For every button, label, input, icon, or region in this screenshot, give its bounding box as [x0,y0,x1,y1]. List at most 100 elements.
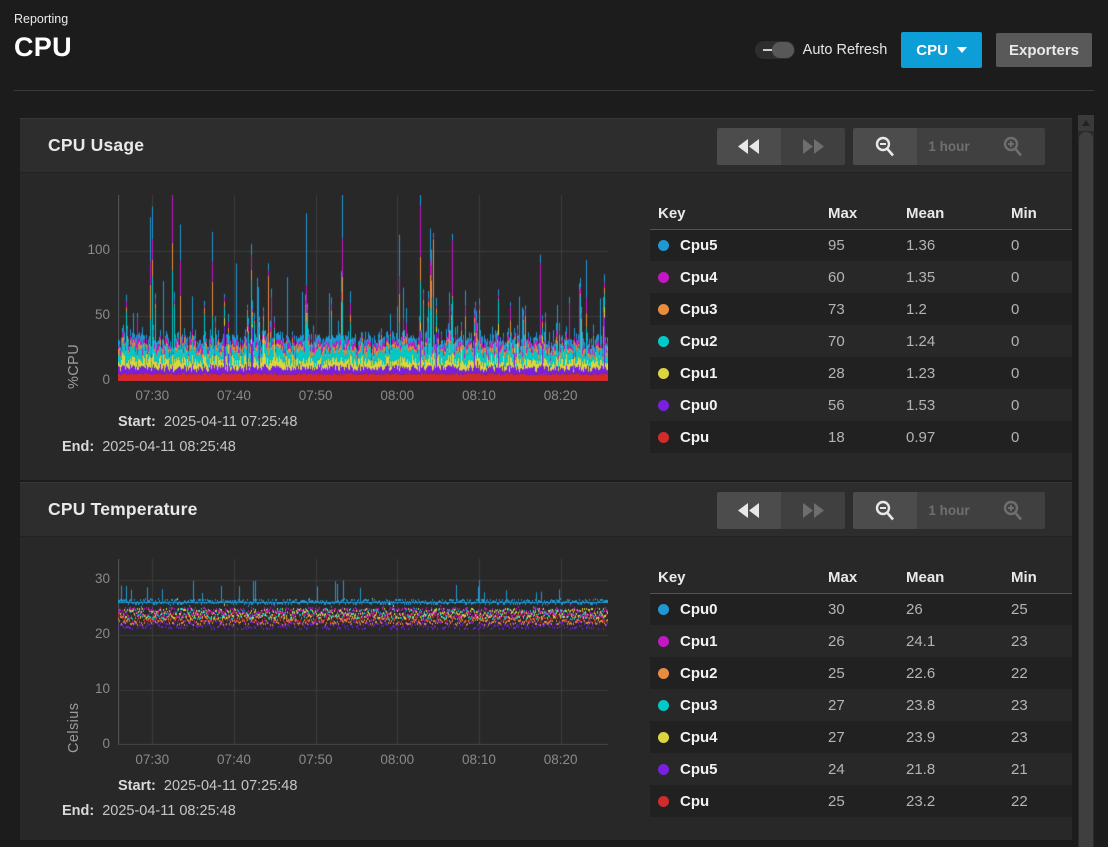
series-name: Cpu4 [680,269,718,286]
start-value: 2025-04-11 07:25:48 [164,414,298,430]
zoom-out-button[interactable] [853,128,917,165]
legend-key-cell: Cpu3 [658,301,820,318]
legend-header-row: Key Max Mean Min [650,563,1072,593]
series-name: Cpu1 [680,633,718,650]
series-name: Cpu [680,793,709,810]
series-color-dot [658,796,669,807]
legend-header-row: Key Max Mean Min [650,199,1072,229]
series-min: 0 [1003,357,1072,389]
forward-button[interactable] [781,128,845,165]
chevron-down-icon [957,47,967,53]
legend-row: Cpu2523.222 [650,785,1072,817]
timerange-end: End:2025-04-11 08:25:48 [62,439,236,455]
series-mean: 1.35 [898,261,1003,293]
series-mean: 1.36 [898,229,1003,261]
cpu-temperature-panel-controls: 1 hour [717,492,1045,529]
forward-button[interactable] [781,492,845,529]
auto-refresh-control: Auto Refresh [755,41,888,59]
zoom-in-button[interactable] [981,128,1045,165]
series-min: 0 [1003,325,1072,357]
x-tick-label: 07:30 [122,388,182,403]
rewind-icon [737,503,761,518]
series-name: Cpu5 [680,761,718,778]
zoom-out-button[interactable] [853,492,917,529]
legend-header-max: Max [820,199,898,229]
content-area: CPU Usage [20,118,1072,842]
x-tick-label: 08:20 [531,388,591,403]
start-value: 2025-04-11 07:25:48 [164,778,298,794]
legend: Key Max Mean Min Cpu0302625Cpu12624.123C… [650,563,1072,817]
cpu-usage-panel-controls: 1 hour [717,128,1045,165]
series-mean: 1.24 [898,325,1003,357]
series-max: 25 [820,657,898,689]
start-label: Start: [118,414,156,430]
rewind-icon [737,139,761,154]
legend-key-cell: Cpu5 [658,761,820,778]
scroll-up-button[interactable] [1078,115,1094,131]
zoom-in-icon [1002,500,1024,522]
legend-key-cell: Cpu2 [658,665,820,682]
header-divider [14,90,1094,91]
y-tick-label: 30 [70,571,110,586]
rewind-button[interactable] [717,492,781,529]
legend-row: Cpu0302625 [650,593,1072,625]
legend-header-key: Key [650,199,820,229]
series-color-dot [658,700,669,711]
interval-label: 1 hour [917,128,981,165]
series-min: 25 [1003,593,1072,625]
rewind-button[interactable] [717,128,781,165]
series-color-dot [658,636,669,647]
series-color-dot [658,432,669,443]
auto-refresh-toggle[interactable] [755,41,795,59]
y-axis-label: %CPU [66,203,82,389]
series-mean: 23.9 [898,721,1003,753]
legend-row: Cpu42723.923 [650,721,1072,753]
series-color-dot [658,668,669,679]
series-mean: 1.23 [898,357,1003,389]
series-color-dot [658,304,669,315]
time-nav-group [717,128,845,165]
exporters-button[interactable]: Exporters [996,33,1092,67]
timerange-start: Start:2025-04-11 07:25:48 [118,778,297,794]
series-max: 24 [820,753,898,785]
series-min: 23 [1003,625,1072,657]
x-tick-label: 07:30 [122,752,182,767]
series-max: 25 [820,785,898,817]
series-max: 18 [820,421,898,453]
series-max: 60 [820,261,898,293]
legend-header-min: Min [1003,563,1072,593]
legend-row: Cpu22522.622 [650,657,1072,689]
scrollbar-thumb[interactable] [1079,132,1093,847]
x-tick-label: 08:10 [449,388,509,403]
series-max: 70 [820,325,898,357]
zoom-in-button[interactable] [981,492,1045,529]
legend-key-cell: Cpu [658,429,820,446]
series-min: 0 [1003,261,1072,293]
series-mean: 23.2 [898,785,1003,817]
series-name: Cpu [680,429,709,446]
series-min: 0 [1003,229,1072,261]
x-tick-label: 07:40 [204,388,264,403]
interval-label: 1 hour [917,492,981,529]
legend-key-cell: Cpu1 [658,633,820,650]
series-mean: 1.2 [898,293,1003,325]
cpu-temperature-chart[interactable] [118,559,608,745]
fast-forward-icon [801,503,825,518]
legend-key-cell: Cpu4 [658,269,820,286]
cpu-usage-chart[interactable] [118,195,608,381]
series-name: Cpu5 [680,237,718,254]
legend-key-cell: Cpu1 [658,365,820,382]
scrollbar [1078,115,1094,847]
cpu-usage-panel-title: CPU Usage [48,135,144,156]
zoom-group: 1 hour [853,128,1045,165]
x-tick-label: 08:00 [367,388,427,403]
end-label: End: [62,803,94,819]
x-tick-label: 08:00 [367,752,427,767]
zoom-out-icon [874,136,896,158]
y-tick-label: 100 [70,242,110,257]
x-tick-label: 07:50 [286,388,346,403]
module-select-button[interactable]: CPU [901,32,982,68]
legend-row: Cpu0561.530 [650,389,1072,421]
cpu-temperature-panel: CPU Temperature [20,482,1072,840]
end-value: 2025-04-11 08:25:48 [102,439,236,455]
